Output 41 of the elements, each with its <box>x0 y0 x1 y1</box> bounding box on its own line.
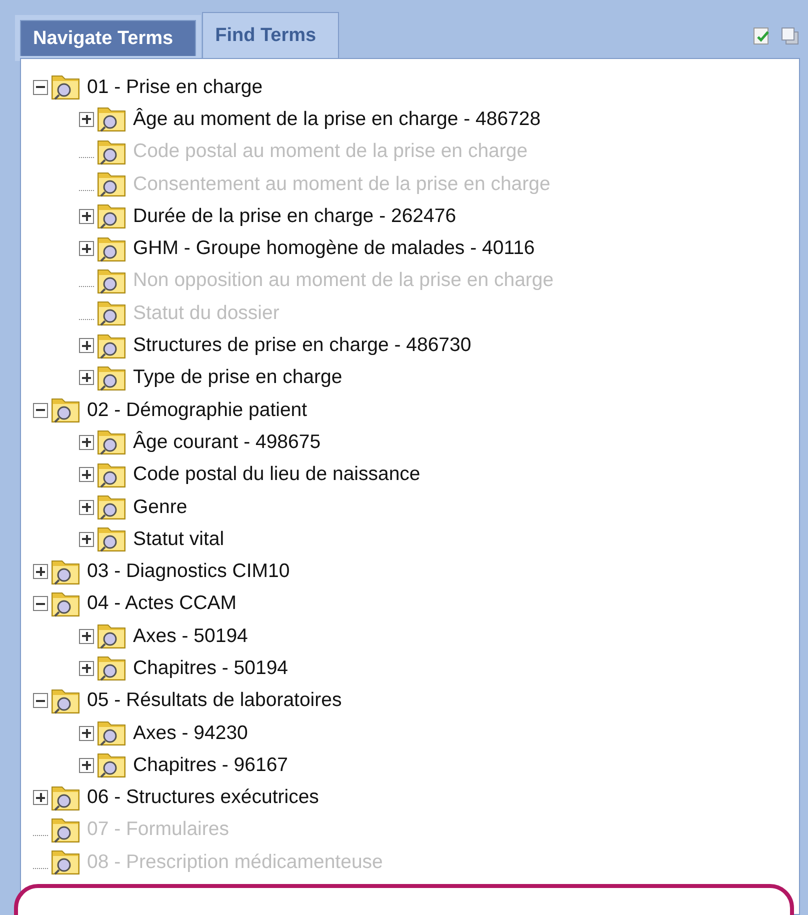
tree-item[interactable]: 06 - Structures exécutrices <box>33 782 319 814</box>
expand-toggle[interactable] <box>79 370 94 386</box>
expand-toggle[interactable] <box>79 434 94 450</box>
expand-toggle[interactable] <box>79 532 94 547</box>
tree-item[interactable]: 05 - Résultats de laboratoires <box>33 684 342 717</box>
expand-toggle[interactable] <box>79 660 94 676</box>
tree-item[interactable]: Âge courant - 498675 <box>79 426 321 459</box>
tree-item[interactable]: Chapitres - 50194 <box>79 652 288 685</box>
expand-toggle[interactable] <box>79 338 94 354</box>
expand-toggle[interactable] <box>79 628 94 644</box>
tree-item[interactable]: 03 - Diagnostics CIM10 <box>33 555 290 588</box>
collapse-toggle[interactable] <box>33 596 48 612</box>
expand-toggle[interactable] <box>33 790 48 806</box>
tree-item[interactable]: 02 - Démographie patient <box>33 394 308 426</box>
expand-toggle[interactable] <box>79 208 94 224</box>
tree-item[interactable]: Axes - 50194 <box>79 620 248 652</box>
tree-item[interactable]: Genre <box>79 490 188 524</box>
tree-item[interactable]: Code postal du lieu de naissance <box>79 458 420 491</box>
tree-item[interactable]: Chapitres - 96167 <box>79 749 288 782</box>
expand-toggle[interactable] <box>79 467 94 482</box>
expand-toggle[interactable] <box>79 241 94 256</box>
tree-item[interactable]: Type de prise en charge <box>79 362 342 394</box>
collapse-toggle[interactable] <box>33 402 48 418</box>
tree-item[interactable]: Statut vital <box>79 523 224 556</box>
tree-item[interactable]: Structures de prise en charge - 486730 <box>79 329 472 362</box>
expand-toggle[interactable] <box>79 112 94 127</box>
tree-item[interactable]: Âge au moment de la prise en charge - 486728 <box>79 103 541 136</box>
tree-item[interactable]: 04 - Actes CCAM <box>33 588 237 620</box>
expand-toggle[interactable] <box>79 500 94 514</box>
expand-toggle[interactable] <box>79 726 94 741</box>
tree-item[interactable]: 01 - Prise en charge <box>33 71 263 104</box>
collapse-toggle[interactable] <box>33 80 48 95</box>
tree-item[interactable]: Durée de la prise en charge - 262476 <box>79 200 456 232</box>
checklist-icon[interactable] <box>752 26 772 46</box>
expand-toggle[interactable] <box>33 564 48 580</box>
tab[interactable]: Find Terms <box>202 12 340 58</box>
expand-toggle[interactable] <box>79 758 94 773</box>
copy-icon[interactable] <box>780 26 800 46</box>
collapse-toggle[interactable] <box>33 693 48 708</box>
tree-item[interactable]: GHM - Groupe homogène de malades - 40116 <box>79 232 535 265</box>
tree-item[interactable]: Axes - 94230 <box>79 716 248 750</box>
